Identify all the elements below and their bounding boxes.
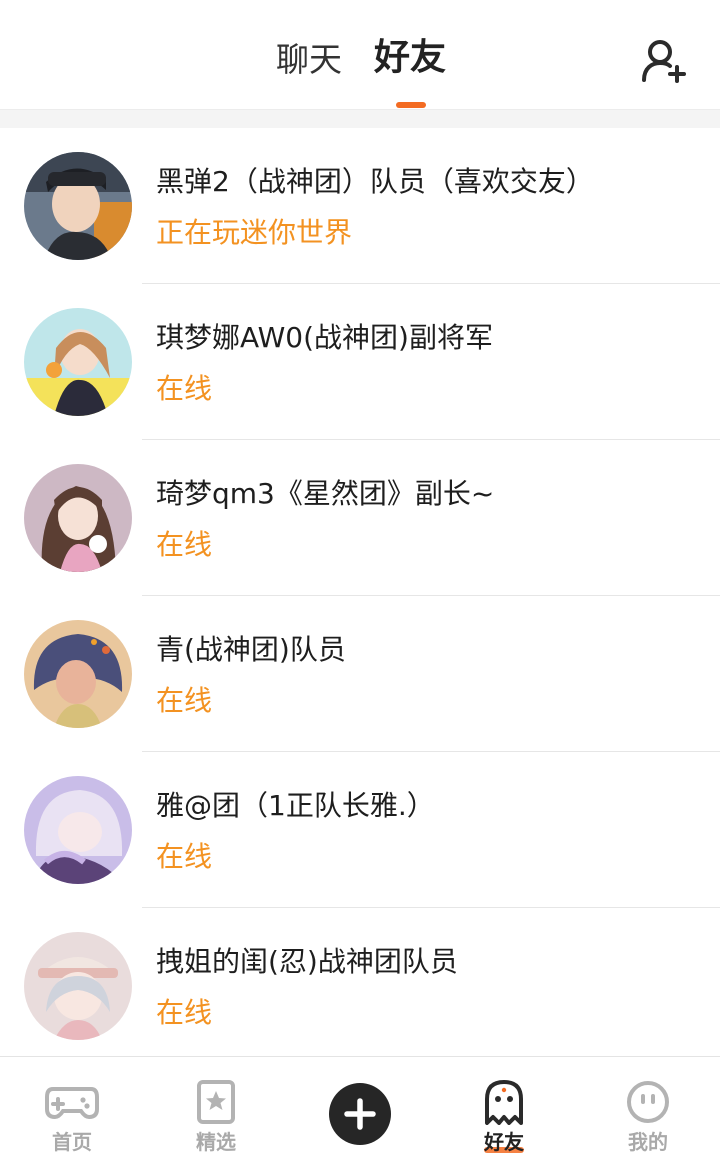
tabbar-item-create[interactable] bbox=[288, 1057, 432, 1163]
ghost-friends-icon bbox=[485, 1080, 523, 1125]
friend-status: 在线 bbox=[156, 684, 213, 717]
create-button[interactable] bbox=[329, 1083, 391, 1145]
star-bookmark-icon bbox=[197, 1080, 235, 1124]
tab-chat[interactable]: 聊天 bbox=[276, 38, 342, 82]
add-user-icon bbox=[642, 40, 686, 83]
friend-status: 正在玩迷你世界 bbox=[156, 216, 353, 249]
friend-status: 在线 bbox=[156, 996, 213, 1029]
tabbar-item-home[interactable]: 首页 bbox=[0, 1057, 144, 1163]
avatar bbox=[24, 776, 132, 884]
friend-list: 黑弹2（战神团）队员（喜欢交友） 正在玩迷你世界 琪梦娜AW0(战神团)副将军 … bbox=[0, 128, 720, 1056]
tabbar-item-featured[interactable]: 精选 bbox=[144, 1057, 288, 1163]
friend-item[interactable]: 琦梦qm3《星然团》副长~ 在线 bbox=[0, 440, 720, 596]
add-friend-button[interactable] bbox=[640, 38, 690, 84]
friend-status: 在线 bbox=[156, 372, 213, 405]
friend-name: 拽姐的闺(忍)战神团队员 bbox=[156, 945, 458, 978]
avatar bbox=[24, 464, 132, 572]
avatar bbox=[24, 932, 132, 1040]
tabbar-label: 我的 bbox=[628, 1130, 668, 1154]
friend-item[interactable]: 雅@团（1正队长雅.） 在线 bbox=[0, 752, 720, 908]
tabbar-item-friends[interactable]: 好友 bbox=[432, 1057, 576, 1163]
friend-name: 黑弹2（战神团）队员（喜欢交友） bbox=[156, 165, 594, 198]
friend-name: 雅@团（1正队长雅.） bbox=[156, 789, 435, 822]
friend-name: 琪梦娜AW0(战神团)副将军 bbox=[156, 321, 493, 354]
top-header: 聊天 好友 bbox=[0, 0, 720, 110]
friend-name: 琦梦qm3《星然团》副长~ bbox=[156, 477, 495, 510]
tab-friends[interactable]: 好友 bbox=[374, 36, 446, 80]
friend-status: 在线 bbox=[156, 840, 213, 873]
gamepad-icon bbox=[45, 1087, 99, 1120]
avatar bbox=[24, 308, 132, 416]
friend-item[interactable]: 拽姐的闺(忍)战神团队员 在线 bbox=[0, 908, 720, 1056]
section-gap bbox=[0, 110, 720, 128]
avatar bbox=[24, 152, 132, 260]
friend-item[interactable]: 黑弹2（战神团）队员（喜欢交友） 正在玩迷你世界 bbox=[0, 128, 720, 284]
avatar bbox=[24, 620, 132, 728]
friend-item[interactable]: 琪梦娜AW0(战神团)副将军 在线 bbox=[0, 284, 720, 440]
friend-item[interactable]: 青(战神团)队员 在线 bbox=[0, 596, 720, 752]
face-icon bbox=[627, 1081, 669, 1123]
tabbar-item-me[interactable]: 我的 bbox=[576, 1057, 720, 1163]
bottom-tab-bar: 首页 精选 好友 我的 bbox=[0, 1056, 720, 1163]
friend-status: 在线 bbox=[156, 528, 213, 561]
active-tab-indicator bbox=[396, 102, 426, 108]
tabbar-label: 精选 bbox=[196, 1130, 236, 1154]
friend-name: 青(战神团)队员 bbox=[156, 633, 346, 666]
plus-icon bbox=[344, 1098, 376, 1130]
tabbar-label: 好友 bbox=[484, 1130, 524, 1154]
tabbar-label: 首页 bbox=[52, 1130, 92, 1154]
